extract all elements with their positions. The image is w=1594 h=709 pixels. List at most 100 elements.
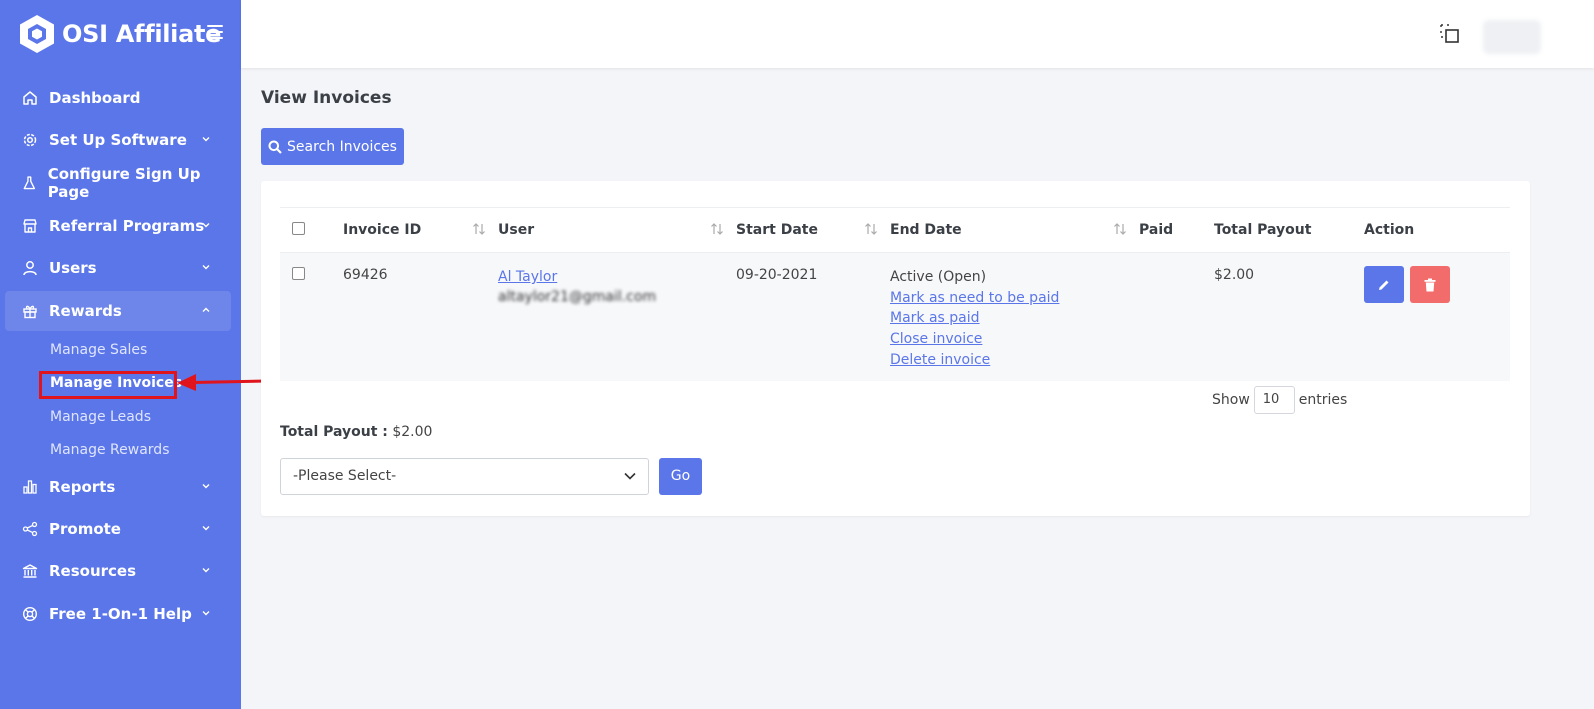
- col-header-label: Total Payout: [1214, 222, 1312, 238]
- col-total-payout: Total Payout: [1214, 207, 1364, 253]
- search-icon: [268, 140, 282, 154]
- table-row: 69426 Al Taylor altaylor21@gmail.com 09-…: [280, 252, 1510, 381]
- invoice-id: 69426: [343, 252, 498, 381]
- action-cell: [1364, 252, 1510, 381]
- lifebuoy-icon: [22, 606, 38, 622]
- col-start-date[interactable]: Start Date: [736, 207, 890, 253]
- sidebar-subitem-manage-rewards[interactable]: Manage Rewards: [50, 439, 170, 461]
- sort-icon: [711, 223, 723, 235]
- store-icon: [23, 219, 37, 233]
- bank-icon: [22, 564, 38, 578]
- sidebar-item-label: Dashboard: [49, 89, 141, 107]
- user-icon: [23, 261, 37, 276]
- mark-need-to-be-paid-link[interactable]: Mark as need to be paid: [890, 288, 1139, 309]
- entries-input[interactable]: 10: [1253, 386, 1295, 414]
- col-action: Action: [1364, 207, 1510, 253]
- chevron-down-icon: [202, 568, 210, 573]
- sidebar-item-label: Free 1-On-1 Help: [49, 605, 192, 623]
- sidebar-item-reports[interactable]: Reports: [5, 467, 231, 507]
- gear-icon: [23, 133, 37, 147]
- sidebar-item-dashboard[interactable]: Dashboard: [5, 78, 231, 118]
- go-button[interactable]: Go: [659, 458, 702, 495]
- invoices-card: Invoice ID User Start Date End Date Paid…: [261, 181, 1530, 516]
- search-invoices-button[interactable]: Search Invoices: [261, 128, 404, 165]
- col-user[interactable]: User: [498, 207, 736, 253]
- sidebar-item-help[interactable]: Free 1-On-1 Help: [5, 594, 231, 634]
- sidebar-item-label: Referral Programs: [49, 217, 205, 235]
- sidebar-item-promote[interactable]: Promote: [5, 509, 231, 549]
- col-header-label: Invoice ID: [343, 222, 422, 238]
- select-all-checkbox[interactable]: [292, 221, 305, 235]
- sidebar-item-setup-software[interactable]: Set Up Software: [5, 120, 231, 160]
- col-header-label: User: [498, 222, 535, 238]
- chevron-down-icon: [624, 472, 636, 480]
- avatar[interactable]: [1483, 20, 1541, 54]
- sidebar-item-resources[interactable]: Resources: [5, 551, 231, 591]
- sidebar-item-label: Set Up Software: [49, 131, 187, 149]
- share-icon: [22, 521, 38, 537]
- col-end-date[interactable]: End Date: [890, 207, 1139, 253]
- chevron-down-icon: [202, 265, 210, 270]
- chevron-down-icon: [202, 137, 210, 142]
- sidebar-item-label: Reports: [49, 478, 116, 496]
- show-label: Show: [1212, 392, 1250, 408]
- mark-as-paid-link[interactable]: Mark as paid: [890, 308, 1139, 329]
- delete-button[interactable]: [1410, 266, 1451, 303]
- total-payout-value: $2.00: [392, 424, 433, 440]
- pencil-icon: [1379, 280, 1389, 290]
- chevron-down-icon: [202, 611, 210, 616]
- close-invoice-link[interactable]: Close invoice: [890, 329, 1139, 350]
- sidebar-item-rewards[interactable]: Rewards: [5, 291, 231, 331]
- select-all-cell: [280, 207, 343, 253]
- sort-icon: [1114, 223, 1126, 235]
- brand[interactable]: OSI Affiliate: [18, 14, 221, 54]
- search-button-label: Search Invoices: [287, 138, 397, 155]
- row-checkbox[interactable]: [292, 267, 305, 280]
- col-header-label: Action: [1364, 222, 1415, 238]
- flask-icon: [23, 176, 36, 190]
- start-date: 09-20-2021: [736, 252, 890, 381]
- total-payout-cell: $2.00: [1214, 252, 1364, 381]
- chevron-down-icon: [202, 484, 210, 489]
- sidebar-item-label: Configure Sign Up Page: [47, 165, 201, 201]
- user-email: altaylor21@gmail.com: [498, 289, 657, 305]
- chevron-up-icon: [202, 307, 210, 312]
- total-payout-label: Total Payout :: [280, 424, 388, 440]
- total-payout-summary: Total Payout : $2.00: [280, 424, 432, 440]
- bar-chart-icon: [23, 480, 37, 494]
- sidebar-subitem-manage-sales[interactable]: Manage Sales: [50, 339, 147, 361]
- sidebar-item-label: Promote: [49, 520, 121, 538]
- sidebar-subitem-manage-leads[interactable]: Manage Leads: [50, 406, 151, 428]
- sidebar-item-configure-signup[interactable]: Configure Sign Up Page: [5, 163, 231, 203]
- bulk-action-select[interactable]: -Please Select-: [280, 458, 649, 495]
- sidebar-item-label: Rewards: [49, 302, 122, 320]
- invoices-table: Invoice ID User Start Date End Date Paid…: [280, 207, 1510, 381]
- col-invoice-id[interactable]: Invoice ID: [343, 207, 498, 253]
- invoice-status: Active (Open): [890, 269, 987, 285]
- user-cell: Al Taylor altaylor21@gmail.com: [498, 252, 736, 381]
- trash-icon: [1424, 278, 1436, 291]
- sidebar-item-label: Users: [49, 259, 97, 277]
- top-bar: [241, 0, 1594, 68]
- sidebar-item-label: Resources: [49, 562, 137, 580]
- home-icon: [23, 91, 37, 105]
- page-title: View Invoices: [261, 88, 392, 108]
- col-paid: Paid: [1139, 207, 1214, 253]
- gift-icon: [23, 305, 37, 319]
- sidebar-item-users[interactable]: Users: [5, 248, 231, 288]
- sidebar: OSI Affiliate Dashboard Set Up Software …: [0, 0, 241, 709]
- row-select-cell: [280, 252, 343, 381]
- show-entries: Show 10 entries: [1212, 386, 1347, 414]
- edit-button[interactable]: [1364, 266, 1404, 303]
- logo-icon: [20, 15, 54, 53]
- sort-icon: [473, 223, 485, 235]
- entries-label: entries: [1298, 392, 1348, 408]
- delete-invoice-link[interactable]: Delete invoice: [890, 350, 1139, 371]
- user-name-link[interactable]: Al Taylor: [498, 267, 736, 287]
- fullscreen-icon[interactable]: [1440, 24, 1460, 44]
- sort-icon: [865, 223, 877, 235]
- paid-cell: [1139, 252, 1214, 381]
- brand-name: OSI Affiliate: [62, 20, 222, 48]
- sidebar-item-referral-programs[interactable]: Referral Programs: [5, 206, 231, 246]
- menu-toggle-icon[interactable]: [207, 25, 223, 39]
